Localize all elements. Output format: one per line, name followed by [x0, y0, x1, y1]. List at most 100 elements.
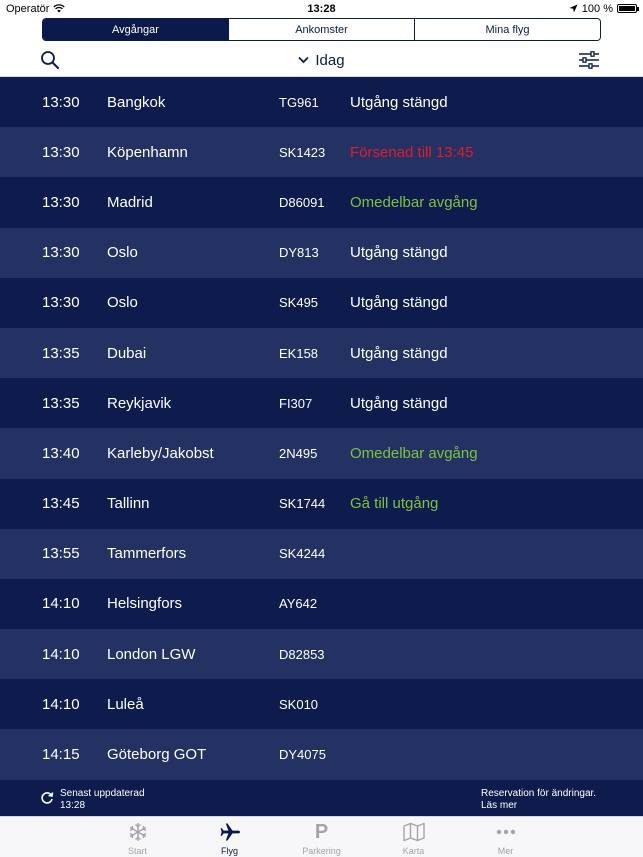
flight-number: D86091 [279, 194, 325, 210]
flight-destination: Köpenhamn [107, 143, 188, 161]
filter-button[interactable] [578, 50, 600, 70]
flight-status: Gå till utgång [350, 495, 439, 513]
flight-number: DY813 [279, 245, 319, 261]
tabbar-more[interactable]: Mer [460, 817, 552, 857]
more-icon [496, 829, 515, 835]
flight-time: 13:35 [42, 394, 80, 412]
tab-bar: Start Flyg P Parkering Karta Mer [0, 816, 643, 857]
flight-number: SK4244 [279, 546, 326, 562]
flight-row[interactable]: 14:10 Luleå SK010 [0, 679, 643, 730]
flight-time: 13:45 [42, 495, 80, 513]
flight-row[interactable]: 13:30 Bangkok TG961 Utgång stängd [0, 77, 643, 128]
flight-time: 13:55 [42, 545, 80, 563]
update-bar: Senast uppdaterad 13:28 Reservation för … [0, 780, 643, 816]
flight-time: 13:30 [42, 193, 80, 211]
wifi-icon [53, 4, 66, 13]
flight-row[interactable]: 13:35 Reykjavik FI307 Utgång stängd [0, 378, 643, 429]
parking-icon: P [314, 821, 329, 843]
tabbar-flights[interactable]: Flyg [184, 817, 276, 857]
flight-destination: Madrid [107, 193, 153, 211]
flight-number: AY642 [279, 596, 318, 612]
flight-time: 13:35 [42, 344, 80, 362]
flight-destination: Luleå [107, 695, 144, 713]
map-icon [402, 822, 425, 842]
flight-row[interactable]: 14:10 London LGW D82853 [0, 629, 643, 680]
refresh-button[interactable] [40, 791, 54, 805]
search-button[interactable] [40, 50, 60, 70]
flight-destination: Tallinn [107, 495, 150, 513]
flight-number: TG961 [279, 94, 319, 110]
flight-number: FI307 [279, 395, 313, 411]
flight-status: Utgång stängd [350, 344, 448, 362]
last-updated-time: 13:28 [60, 800, 86, 811]
reservation-link[interactable]: Reservation för ändringar. Läs mer [481, 788, 601, 812]
flight-list: 13:30 Bangkok TG961 Utgång stängd 13:30 Köpen… [0, 77, 643, 780]
reservation-text: Reservation för ändringar. [481, 788, 597, 799]
location-arrow-icon [569, 4, 578, 13]
tab-my-flights[interactable]: Mina flyg [415, 19, 600, 40]
flight-time: 14:10 [42, 645, 80, 663]
flight-destination: Tammerfors [107, 545, 187, 563]
chevron-down-icon [298, 56, 310, 64]
flight-number: SK1744 [279, 496, 326, 512]
tab-departures[interactable]: Avgångar [43, 19, 229, 40]
flight-status: Utgång stängd [350, 93, 448, 111]
flight-time: 13:40 [42, 444, 80, 462]
flight-number: SK495 [279, 295, 319, 311]
flight-status: Utgång stängd [350, 294, 448, 312]
flight-time: 14:10 [42, 595, 80, 613]
status-right: 100 % [437, 2, 639, 15]
filter-icon [579, 51, 599, 69]
search-icon [41, 51, 59, 69]
flight-destination: Karleby/Jakobst [107, 444, 214, 462]
flight-number: SK010 [279, 696, 319, 712]
tabbar-label: Start [127, 846, 147, 856]
flight-number: 2N495 [279, 445, 318, 461]
battery-icon [617, 4, 639, 13]
flight-row[interactable]: 14:15 Göteborg GOT DY4075 [0, 729, 643, 780]
flight-row[interactable]: 13:30 Köpenhamn SK1423 Försenad till 13:45 [0, 127, 643, 178]
flight-status: Omedelbar avgång [350, 193, 478, 211]
tabbar-map[interactable]: Karta [368, 817, 460, 857]
flight-row[interactable]: 14:10 Helsingfors AY642 [0, 578, 643, 630]
tabbar-label: Flyg [220, 846, 238, 856]
flight-destination: Oslo [107, 244, 138, 262]
tabbar-label: Karta [402, 846, 425, 856]
tabbar-start[interactable]: Start [92, 817, 184, 857]
battery-label: 100 % [581, 2, 613, 15]
read-more-link[interactable]: Läs mer [481, 800, 601, 812]
flight-destination: Helsingfors [107, 595, 183, 613]
toolbar: Idag [0, 42, 643, 77]
flight-status: Utgång stängd [350, 394, 448, 412]
flight-destination: Dubai [107, 344, 147, 362]
tab-arrivals[interactable]: Ankomster [229, 19, 415, 40]
flight-row[interactable]: 13:30 Madrid D86091 Omedelbar avgång [0, 177, 643, 228]
refresh-icon [41, 792, 54, 804]
flight-status: Försenad till 13:45 [350, 143, 474, 161]
flight-row[interactable]: 13:35 Dubai EK158 Utgång stängd [0, 327, 643, 379]
flight-destination: Bangkok [107, 93, 166, 111]
flight-status: Omedelbar avgång [350, 444, 478, 462]
flight-row[interactable]: 13:45 Tallinn SK1744 Gå till utgång [0, 478, 643, 529]
flight-row[interactable]: 13:55 Tammerfors SK4244 [0, 528, 643, 579]
flight-destination: Göteborg GOT [107, 746, 207, 764]
last-updated: Senast uppdaterad 13:28 [60, 788, 145, 812]
tabbar-label: Parkering [302, 846, 341, 856]
date-picker[interactable]: Idag [262, 50, 382, 70]
flight-row[interactable]: 13:30 Oslo SK495 Utgång stängd [0, 277, 643, 328]
last-updated-label: Senast uppdaterad [60, 788, 145, 799]
tabbar-label: Mer [497, 846, 514, 856]
flight-row[interactable]: 13:30 Oslo DY813 Utgång stängd [0, 227, 643, 278]
flight-time: 13:30 [42, 244, 80, 262]
flight-destination: Reykjavik [107, 394, 172, 412]
flight-time: 14:15 [42, 746, 80, 764]
carrier-label: Operatör [6, 2, 50, 15]
segmented-control: Avgångar Ankomster Mina flyg [42, 18, 601, 41]
clock: 13:28 [307, 2, 336, 15]
tabbar-parking[interactable]: P Parkering [276, 817, 368, 857]
airplane-icon [220, 823, 240, 841]
flight-row[interactable]: 13:40 Karleby/Jakobst 2N495 Omedelbar avgån… [0, 428, 643, 479]
flight-time: 13:30 [42, 93, 80, 111]
flight-number: SK1423 [279, 144, 326, 160]
status-left: Operatör [6, 3, 206, 15]
